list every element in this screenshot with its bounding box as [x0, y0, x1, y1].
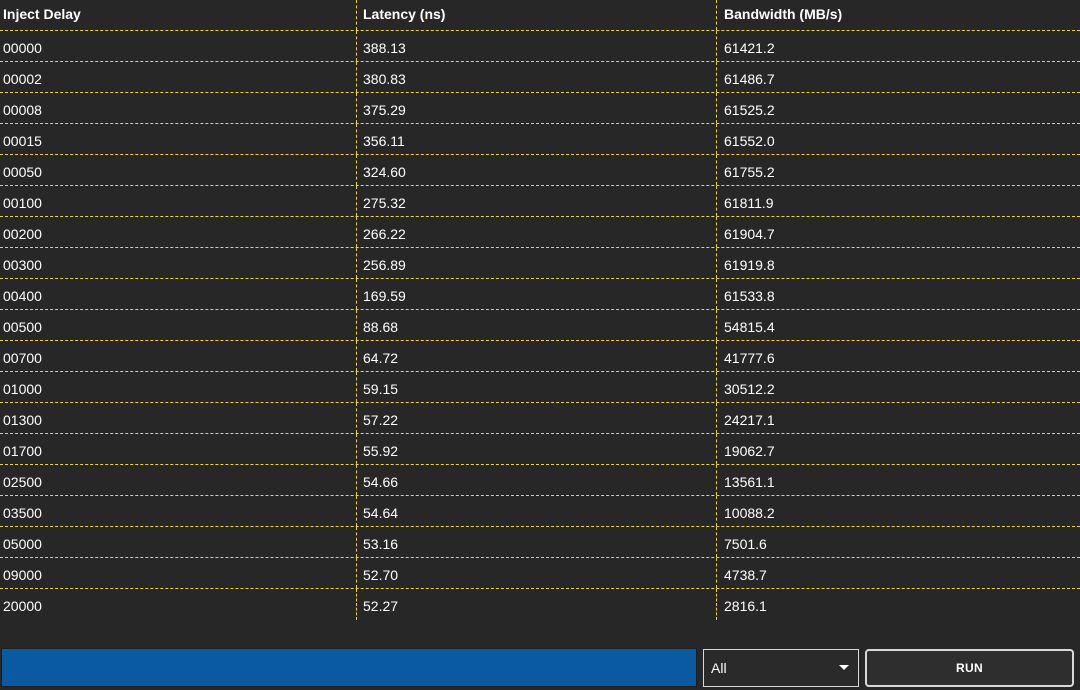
table-row[interactable]: 00400 169.59 61533.8 [0, 279, 1080, 310]
cell-latency: 388.13 [357, 31, 717, 61]
cell-bandwidth: 24217.1 [724, 411, 775, 428]
cell-inject-delay: 00002 [0, 62, 357, 92]
bottom-toolbar: All RUN [0, 648, 1080, 688]
cell-bandwidth: 30512.2 [724, 380, 775, 397]
table-row[interactable]: 01000 59.15 30512.2 [0, 372, 1080, 403]
table-row[interactable]: 00008 375.29 61525.2 [0, 93, 1080, 124]
table-row[interactable]: 02500 54.66 13561.1 [0, 465, 1080, 496]
cell-bandwidth: 61486.7 [724, 70, 775, 87]
cell-bandwidth: 61755.2 [724, 163, 775, 180]
cell-bandwidth: 41777.6 [724, 349, 775, 366]
cell-latency: 54.66 [357, 465, 717, 495]
cell-inject-delay: 00200 [0, 217, 357, 247]
cell-bandwidth: 61533.8 [724, 287, 775, 304]
cell-inject-delay: 03500 [0, 496, 357, 526]
chevron-down-icon [839, 665, 849, 670]
app-window: Inject Delay Latency (ns) Bandwidth (MB/… [0, 0, 1080, 690]
cell-inject-delay: 00015 [0, 124, 357, 154]
cell-inject-delay: 00500 [0, 310, 357, 340]
cell-latency: 53.16 [357, 527, 717, 557]
cell-latency: 275.32 [357, 186, 717, 216]
cell-bandwidth: 61525.2 [724, 101, 775, 118]
table-row[interactable]: 09000 52.70 4738.7 [0, 558, 1080, 589]
cell-bandwidth: 61904.7 [724, 225, 775, 242]
mode-select-value: All [711, 660, 727, 676]
cell-bandwidth: 13561.1 [724, 473, 775, 490]
table-row[interactable]: 00050 324.60 61755.2 [0, 155, 1080, 186]
progress-bar [1, 648, 697, 687]
cell-bandwidth: 2816.1 [724, 598, 767, 614]
cell-latency: 57.22 [357, 403, 717, 433]
cell-bandwidth: 61919.8 [724, 256, 775, 273]
cell-latency: 356.11 [357, 124, 717, 154]
cell-latency: 54.64 [357, 496, 717, 526]
table-row[interactable]: 00015 356.11 61552.0 [0, 124, 1080, 155]
cell-inject-delay: 01700 [0, 434, 357, 464]
table-row[interactable]: 00100 275.32 61811.9 [0, 186, 1080, 217]
table-row[interactable]: 01700 55.92 19062.7 [0, 434, 1080, 465]
cell-inject-delay: 02500 [0, 465, 357, 495]
cell-inject-delay: 00400 [0, 279, 357, 309]
cell-latency: 324.60 [357, 155, 717, 185]
cell-bandwidth: 10088.2 [724, 504, 775, 521]
cell-inject-delay: 00000 [0, 31, 357, 61]
table-row[interactable]: 00200 266.22 61904.7 [0, 217, 1080, 248]
table-row[interactable]: 01300 57.22 24217.1 [0, 403, 1080, 434]
table-row[interactable]: 00300 256.89 61919.8 [0, 248, 1080, 279]
cell-bandwidth: 54815.4 [724, 318, 775, 335]
cell-bandwidth: 19062.7 [724, 442, 775, 459]
cell-inject-delay: 00300 [0, 248, 357, 278]
cell-latency: 169.59 [357, 279, 717, 309]
cell-latency: 266.22 [357, 217, 717, 247]
table-row[interactable]: 05000 53.16 7501.6 [0, 527, 1080, 558]
table-row[interactable]: 00700 64.72 41777.6 [0, 341, 1080, 372]
cell-bandwidth: 61421.2 [724, 39, 775, 56]
cell-latency: 55.92 [357, 434, 717, 464]
cell-inject-delay: 00100 [0, 186, 357, 216]
table-row[interactable]: 00002 380.83 61486.7 [0, 62, 1080, 93]
table-header: Inject Delay Latency (ns) Bandwidth (MB/… [0, 0, 1080, 31]
cell-latency: 64.72 [357, 341, 717, 371]
table-row[interactable]: 20000 52.27 2816.1 [0, 589, 1080, 620]
run-button[interactable]: RUN [865, 649, 1074, 687]
table-row[interactable]: 00000 388.13 61421.2 [0, 31, 1080, 62]
table-body: 00000 388.13 61421.2 00002 380.83 61486.7 0000… [0, 31, 1080, 620]
cell-bandwidth: 61552.0 [724, 132, 775, 149]
progress-fill [2, 649, 696, 686]
mode-select[interactable]: All [703, 649, 859, 687]
cell-inject-delay: 01000 [0, 372, 357, 402]
cell-latency: 375.29 [357, 93, 717, 123]
cell-inject-delay: 00008 [0, 93, 357, 123]
cell-inject-delay: 01300 [0, 403, 357, 433]
cell-latency: 88.68 [357, 310, 717, 340]
cell-latency: 52.27 [357, 589, 717, 620]
cell-inject-delay: 00700 [0, 341, 357, 371]
cell-bandwidth: 61811.9 [724, 194, 774, 211]
column-header-latency[interactable]: Latency (ns) [357, 0, 717, 30]
cell-latency: 256.89 [357, 248, 717, 278]
cell-latency: 59.15 [357, 372, 717, 402]
cell-inject-delay: 20000 [0, 589, 357, 620]
results-table: Inject Delay Latency (ns) Bandwidth (MB/… [0, 0, 1080, 622]
table-row[interactable]: 03500 54.64 10088.2 [0, 496, 1080, 527]
cell-latency: 52.70 [357, 558, 717, 588]
cell-latency: 380.83 [357, 62, 717, 92]
column-header-inject-delay[interactable]: Inject Delay [0, 0, 357, 30]
cell-inject-delay: 00050 [0, 155, 357, 185]
table-row[interactable]: 00500 88.68 54815.4 [0, 310, 1080, 341]
cell-bandwidth: 7501.6 [724, 535, 767, 552]
cell-bandwidth: 4738.7 [724, 566, 767, 583]
cell-inject-delay: 09000 [0, 558, 357, 588]
cell-inject-delay: 05000 [0, 527, 357, 557]
column-header-bandwidth[interactable]: Bandwidth (MB/s) [717, 0, 1080, 30]
